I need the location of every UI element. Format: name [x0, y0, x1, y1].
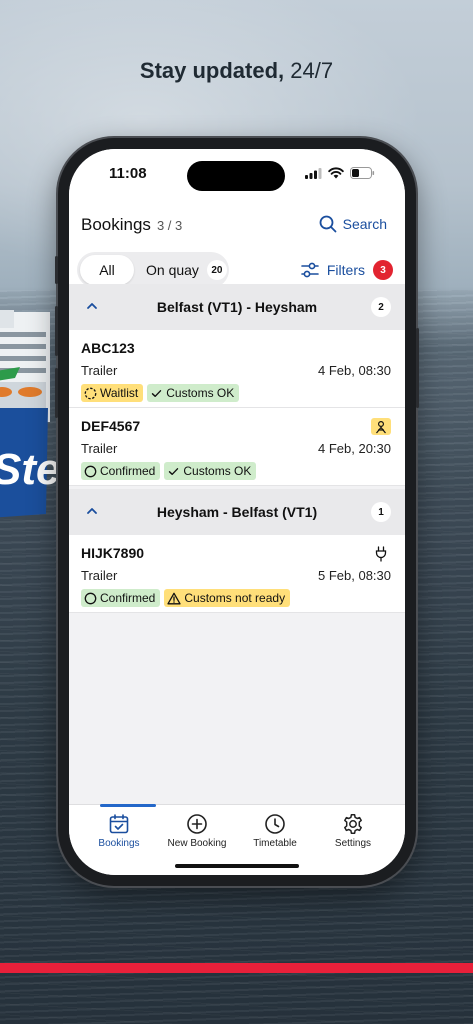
booking-tags: Confirmed Customs OK [81, 462, 256, 480]
bookings-header: Bookings 3 / 3 Search All On quay 20 [69, 199, 405, 284]
svg-text:Ste: Ste [0, 445, 60, 494]
route-count-badge: 1 [371, 502, 391, 522]
phone-side-button [55, 256, 58, 284]
phone-power-button [416, 328, 419, 408]
booking-departure: 5 Feb, 08:30 [318, 568, 391, 583]
booking-tags: Waitlist Customs OK [81, 384, 239, 402]
tab-timetable[interactable]: Timetable [233, 805, 317, 855]
status-tag: Confirmed [81, 462, 160, 480]
filters-count-badge: 3 [373, 260, 393, 280]
status-tag: Confirmed [81, 589, 160, 607]
customs-tag-label: Customs OK [166, 386, 234, 400]
warning-icon [167, 592, 181, 605]
page-title-text: Bookings [81, 215, 151, 234]
tab-new-booking[interactable]: New Booking [155, 805, 239, 855]
search-icon [319, 215, 337, 233]
check-icon [167, 465, 180, 478]
bookings-count: 3 / 3 [157, 218, 182, 233]
route-name: Heysham - Belfast (VT1) [69, 504, 405, 520]
booking-card[interactable]: ABC123 Trailer 4 Feb, 08:30 Waitlist Cus… [69, 330, 405, 408]
gear-icon [342, 813, 364, 835]
customs-tag: Customs not ready [164, 589, 290, 607]
plug-icon [371, 545, 391, 562]
tab-new-booking-label: New Booking [168, 838, 227, 849]
check-icon [150, 387, 163, 400]
dashed-circle-icon [84, 387, 97, 400]
circle-icon [84, 465, 97, 478]
search-label: Search [343, 216, 387, 232]
booking-departure: 4 Feb, 08:30 [318, 363, 391, 378]
booking-tags: Confirmed Customs not ready [81, 589, 290, 607]
status-tag-label: Confirmed [100, 591, 155, 605]
segmented-control: All On quay 20 [77, 252, 229, 288]
route-group-header[interactable]: Belfast (VT1) - Heysham 2 [69, 284, 405, 330]
status-icons [305, 167, 375, 179]
booking-card[interactable]: HIJK7890 Trailer 5 Feb, 08:30 Confirmed [69, 535, 405, 613]
home-indicator [175, 864, 299, 868]
search-button[interactable]: Search [319, 215, 387, 233]
booking-vehicle-type: Trailer [81, 568, 117, 583]
filters-icon [301, 262, 319, 278]
customs-tag-label: Customs not ready [184, 591, 285, 605]
app-screen: 11:08 [69, 149, 405, 875]
customs-tag-label: Customs OK [183, 464, 251, 478]
booking-vehicle-type: Trailer [81, 363, 117, 378]
tab-settings-label: Settings [335, 838, 371, 849]
status-tag: Waitlist [81, 384, 143, 402]
booking-departure: 4 Feb, 20:30 [318, 441, 391, 456]
promo-headline-rest: 24/7 [290, 58, 333, 83]
booking-card[interactable]: DEF4567 Trailer 4 Feb, 20:30 Confirmed [69, 408, 405, 486]
tab-settings[interactable]: Settings [311, 805, 395, 855]
status-bar: 11:08 [69, 149, 405, 199]
active-tab-indicator [100, 804, 156, 807]
status-tag-label: Waitlist [100, 386, 138, 400]
dynamic-island [187, 161, 285, 191]
brand-stripe [0, 963, 473, 973]
booking-vehicle-type: Trailer [81, 441, 117, 456]
hazard-person-icon [371, 418, 391, 435]
circle-icon [84, 592, 97, 605]
status-time: 11:08 [109, 165, 147, 182]
clock-icon [264, 813, 286, 835]
promo-headline: Stay updated, 24/7 [0, 58, 473, 84]
filters-button[interactable]: Filters 3 [301, 260, 393, 280]
tab-bookings[interactable]: Bookings [77, 805, 161, 855]
signal-icon [305, 168, 322, 179]
tab-timetable-label: Timetable [253, 838, 297, 849]
booking-reference: HIJK7890 [81, 545, 144, 561]
segment-all[interactable]: All [80, 255, 134, 285]
route-name: Belfast (VT1) - Heysham [69, 299, 405, 315]
on-quay-count-badge: 20 [207, 260, 227, 280]
wifi-icon [328, 167, 344, 179]
battery-icon [350, 167, 375, 179]
page-title: Bookings 3 / 3 [81, 215, 182, 235]
status-tag-label: Confirmed [100, 464, 155, 478]
plus-circle-icon [186, 813, 208, 835]
calendar-check-icon [108, 813, 130, 835]
promo-headline-bold: Stay updated, [140, 58, 284, 83]
booking-reference: ABC123 [81, 340, 135, 356]
phone-volume-up-button [55, 306, 58, 356]
segment-on-quay-label: On quay [146, 262, 199, 278]
customs-tag: Customs OK [147, 384, 239, 402]
phone-frame: 11:08 [58, 138, 416, 886]
route-group-header[interactable]: Heysham - Belfast (VT1) 1 [69, 489, 405, 535]
filters-label: Filters [327, 262, 365, 278]
segment-on-quay[interactable]: On quay 20 [146, 260, 227, 280]
customs-tag: Customs OK [164, 462, 256, 480]
route-count-badge: 2 [371, 297, 391, 317]
booking-reference: DEF4567 [81, 418, 140, 434]
phone-volume-down-button [55, 368, 58, 418]
tab-bookings-label: Bookings [98, 838, 139, 849]
